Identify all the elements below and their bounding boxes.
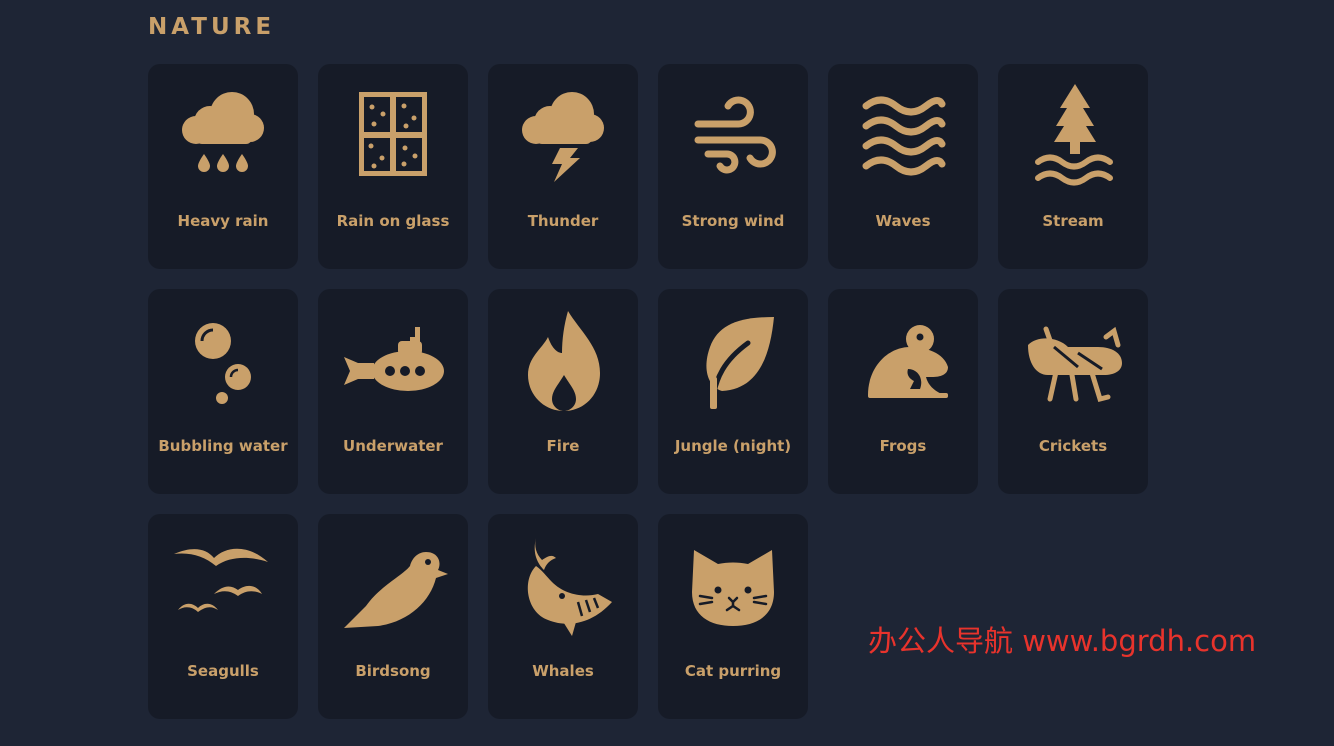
tile-fire[interactable]: Fire	[488, 289, 638, 494]
seagulls-icon	[168, 532, 278, 642]
bird-icon	[338, 532, 448, 642]
tile-label: Cat purring	[684, 662, 782, 680]
bubbles-icon	[168, 307, 278, 417]
section-title: NATURE	[148, 14, 276, 40]
tile-rain-on-glass[interactable]: Rain on glass	[318, 64, 468, 269]
tile-label: Rain on glass	[336, 212, 450, 230]
tile-label: Fire	[546, 437, 580, 455]
tile-frogs[interactable]: Frogs	[828, 289, 978, 494]
tile-label: Seagulls	[187, 662, 259, 680]
tile-label: Frogs	[879, 437, 927, 455]
tile-birdsong[interactable]: Birdsong	[318, 514, 468, 719]
tile-bubbling-water[interactable]: Bubbling water	[148, 289, 298, 494]
tile-label: Stream	[1042, 212, 1104, 230]
wind-icon	[678, 82, 788, 192]
tile-label: Whales	[532, 662, 594, 680]
tile-label: Birdsong	[355, 662, 431, 680]
leaf-icon	[678, 307, 788, 417]
tile-label: Crickets	[1038, 437, 1108, 455]
tile-cat-purring[interactable]: Cat purring	[658, 514, 808, 719]
tile-label: Underwater	[343, 437, 443, 455]
tile-seagulls[interactable]: Seagulls	[148, 514, 298, 719]
waves-icon	[848, 82, 958, 192]
tile-whales[interactable]: Whales	[488, 514, 638, 719]
cricket-icon	[1018, 307, 1128, 417]
tile-label: Thunder	[527, 212, 599, 230]
tile-label: Waves	[875, 212, 931, 230]
whale-icon	[508, 532, 618, 642]
stream-tree-icon	[1018, 82, 1128, 192]
rain-cloud-icon	[168, 82, 278, 192]
tile-label: Bubbling water	[158, 437, 288, 455]
cat-icon	[678, 532, 788, 642]
fire-icon	[508, 307, 618, 417]
window-rain-icon	[338, 82, 448, 192]
tile-heavy-rain[interactable]: Heavy rain	[148, 64, 298, 269]
thunder-cloud-icon	[508, 82, 618, 192]
tile-jungle-night[interactable]: Jungle (night)	[658, 289, 808, 494]
tile-crickets[interactable]: Crickets	[998, 289, 1148, 494]
tile-waves[interactable]: Waves	[828, 64, 978, 269]
tile-label: Heavy rain	[177, 212, 269, 230]
submarine-icon	[338, 307, 448, 417]
tile-stream[interactable]: Stream	[998, 64, 1148, 269]
watermark-text: 办公人导航 www.bgrdh.com	[868, 624, 1257, 658]
tile-strong-wind[interactable]: Strong wind	[658, 64, 808, 269]
tile-label: Strong wind	[681, 212, 785, 230]
frog-icon	[848, 307, 958, 417]
tile-thunder[interactable]: Thunder	[488, 64, 638, 269]
tile-label: Jungle (night)	[674, 437, 792, 455]
tile-underwater[interactable]: Underwater	[318, 289, 468, 494]
